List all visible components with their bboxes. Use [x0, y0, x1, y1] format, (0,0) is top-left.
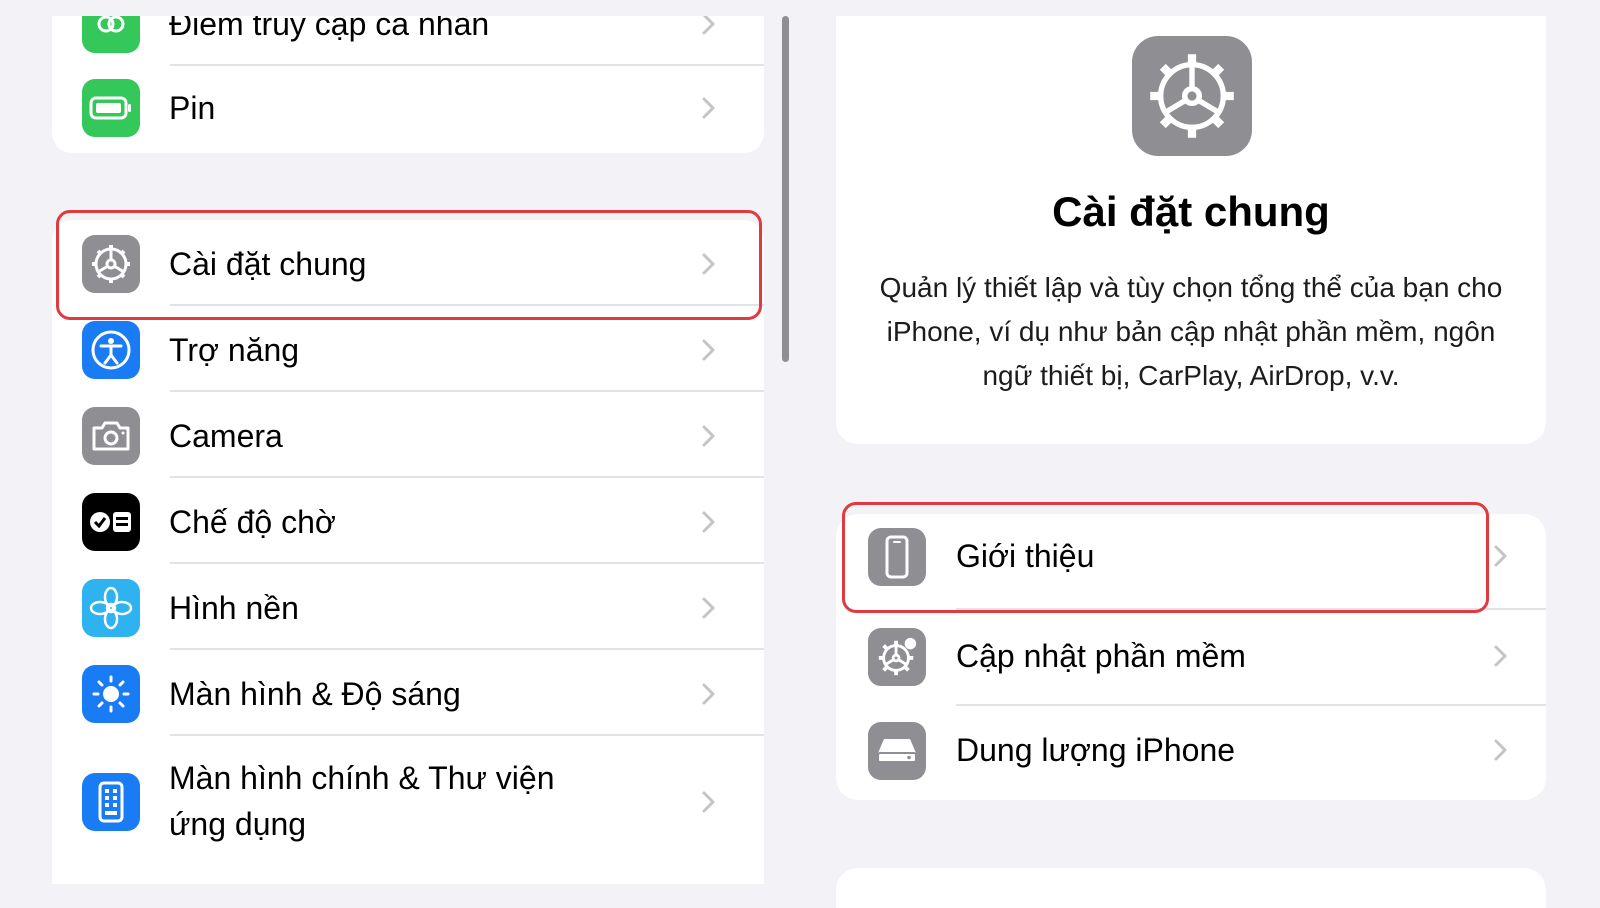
- chevron-right-icon: [1494, 739, 1507, 761]
- row-separator: [170, 734, 764, 736]
- settings-row-wallpaper[interactable]: Hình nền: [52, 568, 764, 648]
- row-separator: [170, 476, 764, 478]
- standby-icon: [82, 493, 140, 551]
- chevron-right-icon: [702, 16, 715, 35]
- wallpaper-flower-icon: [82, 579, 140, 637]
- settings-row-label: Pin: [169, 90, 216, 126]
- settings-row-label-line2: ứng dụng: [169, 806, 307, 842]
- settings-row-label: Màn hình & Độ sáng: [169, 676, 461, 712]
- settings-row-standby[interactable]: Chế độ chờ: [52, 482, 764, 562]
- settings-row-label: Hình nền: [169, 590, 299, 626]
- settings-row-display-brightness[interactable]: Màn hình & Độ sáng: [52, 654, 764, 734]
- chevron-right-icon: [702, 511, 715, 533]
- chevron-right-icon: [702, 97, 715, 119]
- software-update-gear-icon: [868, 628, 926, 686]
- settings-row-home-screen[interactable]: Màn hình chính & Thư viện ứng dụng: [52, 740, 764, 864]
- settings-row-label: Trợ năng: [169, 332, 300, 368]
- brightness-sun-icon: [82, 665, 140, 723]
- gear-icon: [1132, 36, 1252, 156]
- settings-row-label: Cập nhật phần mềm: [956, 638, 1246, 674]
- settings-row-personal-hotspot[interactable]: Điểm truy cập cá nhân: [52, 16, 764, 64]
- row-separator: [170, 64, 764, 66]
- page-description: Quản lý thiết lập và tùy chọn tổng thể c…: [879, 272, 1503, 391]
- settings-row-label: Chế độ chờ: [169, 504, 336, 540]
- left-top-group: Điểm truy cập cá nhân Pin: [52, 16, 764, 153]
- settings-row-label: Màn hình chính & Thư viện: [169, 760, 555, 796]
- settings-row-software-update[interactable]: Cập nhật phần mềm: [836, 610, 1546, 704]
- settings-row-accessibility[interactable]: Trợ năng: [52, 310, 764, 390]
- settings-row-camera[interactable]: Camera: [52, 396, 764, 476]
- settings-row-iphone-storage[interactable]: Dung lượng iPhone: [836, 706, 1546, 800]
- home-screen-icon: [82, 773, 140, 831]
- page-title: Cài đặt chung: [1052, 188, 1330, 235]
- camera-icon: [82, 407, 140, 465]
- highlight-box-general: [56, 210, 762, 320]
- storage-drive-icon: [868, 722, 926, 780]
- chevron-right-icon: [702, 683, 715, 705]
- row-separator: [170, 562, 764, 564]
- highlight-box-about: [842, 502, 1489, 613]
- chevron-right-icon: [702, 339, 715, 361]
- scrollbar[interactable]: [782, 16, 789, 362]
- chevron-right-icon: [1494, 645, 1507, 667]
- settings-row-label: Dung lượng iPhone: [956, 732, 1236, 768]
- row-separator: [170, 390, 764, 392]
- chevron-right-icon: [702, 791, 715, 813]
- settings-row-battery[interactable]: Pin: [52, 68, 764, 148]
- chevron-right-icon: [702, 425, 715, 447]
- chevron-right-icon: [702, 597, 715, 619]
- row-separator: [170, 648, 764, 650]
- next-group-card: [836, 868, 1546, 908]
- battery-icon: [82, 79, 140, 137]
- chevron-right-icon: [1494, 545, 1507, 567]
- settings-row-label: Điểm truy cập cá nhân: [169, 16, 490, 42]
- accessibility-icon: [82, 321, 140, 379]
- settings-row-label: Camera: [169, 418, 283, 454]
- personal-hotspot-icon: [82, 16, 140, 53]
